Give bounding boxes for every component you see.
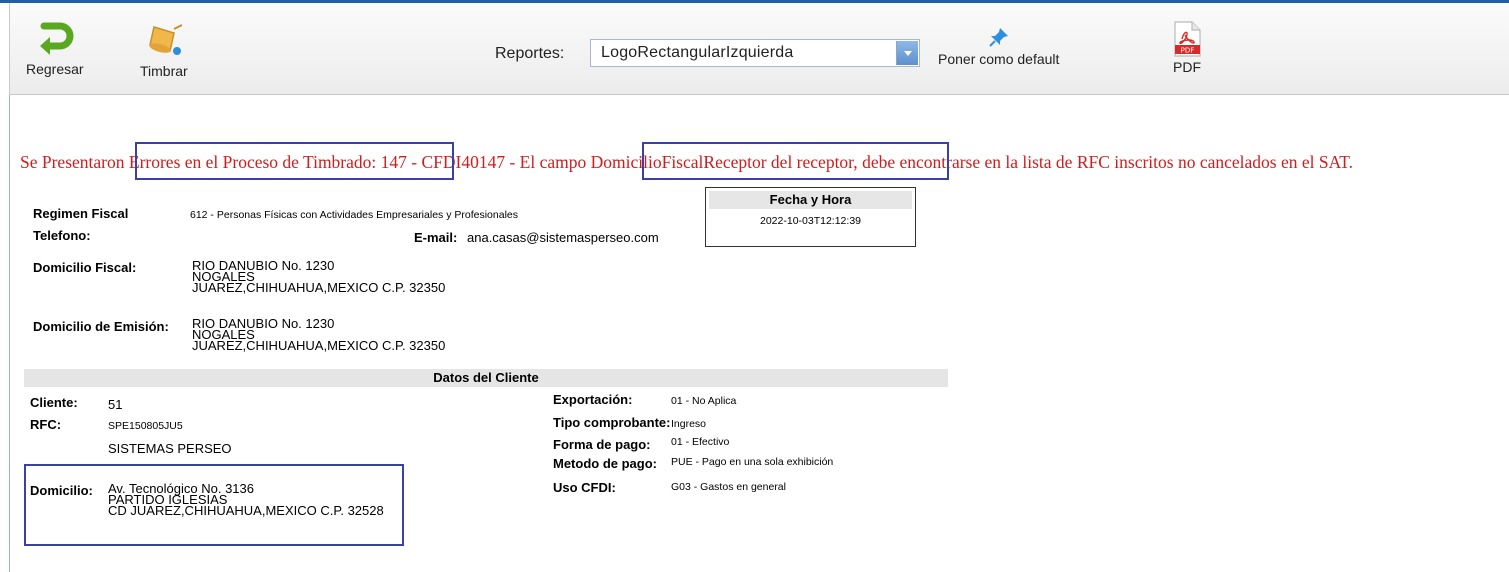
address-line: JUAREZ,CHIHUAHUA,MEXICO C.P. 32350 <box>192 280 446 295</box>
uso-cfdi-label: Uso CFDI: <box>553 480 616 495</box>
error-prefix: Se Presentaron <box>20 152 129 172</box>
client-name: SISTEMAS PERSEO <box>108 441 232 456</box>
stamp-label: Timbrar <box>140 63 188 79</box>
tipo-comprobante-label: Tipo comprobante: <box>553 415 671 430</box>
metodo-pago-label: Metodo de pago: <box>553 456 657 471</box>
domicilio-fiscal-address: RIO DANUBIO No. 1230 NOGALES JUAREZ,CHIH… <box>192 259 446 295</box>
email-label: E-mail: <box>414 230 458 245</box>
fecha-header: Fecha y Hora <box>709 191 912 209</box>
highlight-box <box>24 464 404 546</box>
reports-select[interactable]: LogoRectangularIzquierda <box>590 39 920 67</box>
fecha-box: Fecha y Hora 2022-10-03T12:12:39 <box>705 187 916 247</box>
tipo-comprobante-value: Ingreso <box>671 418 707 430</box>
forma-pago-label: Forma de pago: <box>553 437 651 452</box>
rfc-label: RFC: <box>30 417 62 432</box>
exportacion-value: 01 - No Aplica <box>671 395 737 407</box>
back-button[interactable]: Regresar <box>26 21 84 77</box>
bell-icon <box>148 24 183 55</box>
forma-pago-value: 01 - Efectivo <box>671 436 730 448</box>
cliente-label: Cliente: <box>30 395 78 410</box>
pdf-file-icon: PDF <box>1174 21 1201 57</box>
address-line: JUAREZ,CHIHUAHUA,MEXICO C.P. 32350 <box>192 338 446 353</box>
back-label: Regresar <box>26 61 84 77</box>
rfc-value: SPE150805JU5 <box>108 420 183 432</box>
regimen-value: 612 - Personas Físicas con Actividades E… <box>190 209 518 221</box>
domicilio-emision-label: Domicilio de Emisión: <box>33 319 169 334</box>
pdf-label: PDF <box>1173 59 1201 75</box>
regimen-label: Regimen Fiscal <box>33 206 129 221</box>
reports-label: Reportes: <box>495 45 565 62</box>
telefono-label: Telefono: <box>33 228 91 243</box>
metodo-pago-value: PUE - Pago en una sola exhibición <box>671 456 834 468</box>
email-value: ana.casas@sistemasperseo.com <box>467 230 659 245</box>
svg-text:PDF: PDF <box>1181 47 1195 55</box>
domicilio-fiscal-label: Domicilio Fiscal: <box>33 260 137 275</box>
return-arrow-icon <box>39 22 74 55</box>
toolbar: Regresar Timbrar Poner como default PDF … <box>9 3 1509 95</box>
fecha-value: 2022-10-03T12:12:39 <box>760 215 861 227</box>
uso-cfdi-value: G03 - Gastos en general <box>671 481 786 493</box>
dropdown-arrow-icon[interactable] <box>896 41 918 65</box>
cliente-value: 51 <box>108 397 123 412</box>
highlight-box <box>135 142 454 180</box>
pdf-button[interactable]: PDF PDF <box>1172 21 1202 75</box>
domicilio-emision-address: RIO DANUBIO No. 1230 NOGALES JUAREZ,CHIH… <box>192 317 446 353</box>
reports-selected-value: LogoRectangularIzquierda <box>601 44 794 61</box>
highlight-box <box>642 142 949 180</box>
set-default-button[interactable]: Poner como default <box>938 27 1059 67</box>
left-border <box>9 95 10 572</box>
pin-icon <box>988 28 1008 47</box>
set-default-label: Poner como default <box>938 51 1060 67</box>
client-section-title: Datos del Cliente <box>24 369 948 387</box>
stamp-button[interactable]: Timbrar <box>140 23 188 79</box>
exportacion-label: Exportación: <box>553 392 633 407</box>
